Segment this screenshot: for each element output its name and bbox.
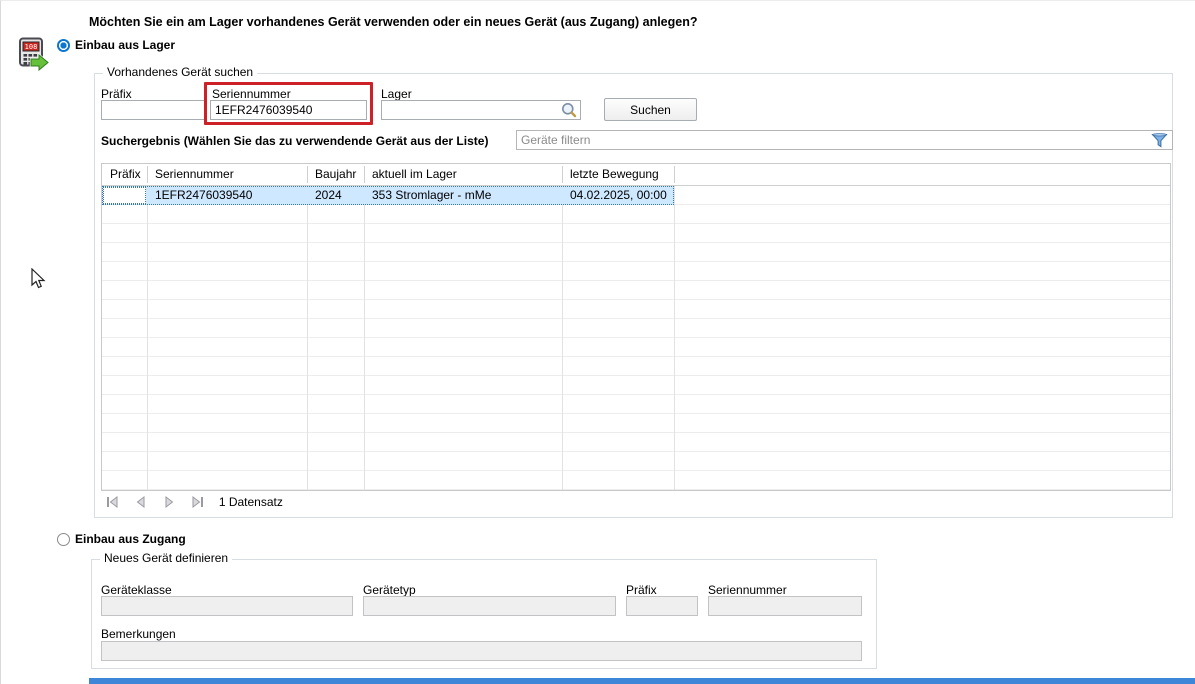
col-header-seriennummer[interactable]: Seriennummer: [155, 167, 234, 181]
cell-aktuell-im-lager: 353 Stromlager - mMe: [372, 188, 491, 202]
pager: 1 Datensatz: [105, 495, 283, 514]
mouse-cursor: [31, 268, 47, 290]
new-prefix-input[interactable]: [626, 596, 698, 616]
red-highlight-annotation: [204, 82, 373, 125]
cell-letzte-bewegung: 04.02.2025, 00:00: [570, 188, 667, 202]
wizard-page: Möchten Sie ein am Lager vorhandenes Ger…: [0, 0, 1195, 684]
filter-funnel-icon[interactable]: [1151, 133, 1168, 148]
suchen-button[interactable]: Suchen: [604, 98, 697, 121]
search-result-label: Suchergebnis (Wählen Sie das zu verwende…: [101, 134, 488, 148]
bemerkungen-input[interactable]: [101, 641, 862, 661]
new-device-groupbox-legend: Neues Gerät definieren: [100, 551, 232, 565]
results-table-body: 1EFR2476039540 2024 353 Stromlager - mMe…: [102, 186, 1170, 490]
radio-einbau-aus-zugang-label: Einbau aus Zugang: [75, 532, 186, 546]
bottom-accent-strip: [89, 678, 1195, 684]
cell-seriennummer: 1EFR2476039540: [155, 188, 252, 202]
radio-einbau-aus-lager[interactable]: [57, 39, 70, 52]
prefix-label: Präfix: [101, 87, 132, 101]
install-device-icon: 108: [18, 37, 52, 71]
geraetetyp-input[interactable]: [363, 596, 616, 616]
cell-praefix[interactable]: [103, 187, 146, 204]
search-groupbox-legend: Vorhandenes Gerät suchen: [103, 65, 257, 79]
col-header-letzte-bewegung[interactable]: letzte Bewegung: [570, 167, 659, 181]
lager-search-magnifier-icon[interactable]: [561, 102, 577, 118]
lager-label: Lager: [381, 87, 412, 101]
new-prefix-label: Präfix: [626, 583, 657, 597]
pager-last-icon[interactable]: [190, 495, 205, 509]
col-header-aktuell-im-lager[interactable]: aktuell im Lager: [372, 167, 457, 181]
new-serial-label: Seriennummer: [708, 583, 787, 597]
pager-status: 1 Datensatz: [219, 495, 283, 509]
pager-next-icon[interactable]: [162, 495, 177, 509]
col-header-baujahr[interactable]: Baujahr: [315, 167, 356, 181]
lager-input[interactable]: [381, 100, 581, 120]
col-header-praefix[interactable]: Präfix: [110, 167, 141, 181]
cell-baujahr: 2024: [315, 188, 342, 202]
pager-previous-icon[interactable]: [133, 495, 148, 509]
geraetetyp-label: Gerätetyp: [363, 583, 416, 597]
results-table: Präfix Seriennummer Baujahr aktuell im L…: [101, 163, 1171, 491]
prefix-input[interactable]: [101, 100, 205, 120]
svg-text:108: 108: [25, 43, 38, 51]
page-title: Möchten Sie ein am Lager vorhandenes Ger…: [89, 15, 697, 29]
pager-first-icon[interactable]: [105, 495, 120, 509]
new-serial-input[interactable]: [708, 596, 862, 616]
results-table-header: Präfix Seriennummer Baujahr aktuell im L…: [102, 164, 1170, 186]
geraete-filter-input[interactable]: [516, 130, 1173, 150]
radio-einbau-aus-zugang[interactable]: [57, 533, 70, 546]
radio-einbau-aus-lager-label: Einbau aus Lager: [75, 38, 175, 52]
geraeteklasse-label: Geräteklasse: [101, 583, 172, 597]
geraeteklasse-input[interactable]: [101, 596, 353, 616]
bemerkungen-label: Bemerkungen: [101, 627, 176, 641]
table-row-selected[interactable]: 1EFR2476039540 2024 353 Stromlager - mMe…: [102, 186, 674, 205]
